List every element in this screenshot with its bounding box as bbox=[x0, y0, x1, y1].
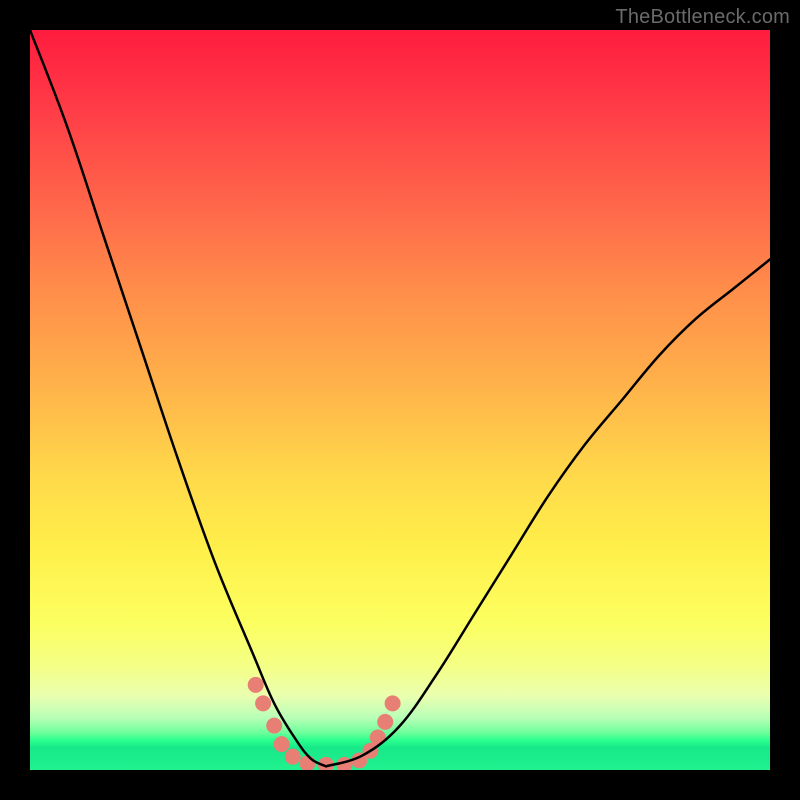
marker-layer bbox=[248, 677, 401, 770]
series-right-curve bbox=[326, 259, 770, 766]
plot-area bbox=[30, 30, 770, 770]
marker-dot bbox=[266, 718, 282, 734]
series-left-curve bbox=[30, 30, 326, 766]
figure-root: TheBottleneck.com bbox=[0, 0, 800, 800]
marker-dot bbox=[370, 729, 386, 745]
marker-dot bbox=[300, 755, 316, 770]
marker-dot bbox=[255, 695, 271, 711]
marker-dot bbox=[274, 736, 290, 752]
chart-svg bbox=[30, 30, 770, 770]
marker-dot bbox=[285, 749, 301, 765]
marker-dot bbox=[248, 677, 264, 693]
marker-dot bbox=[385, 695, 401, 711]
curve-layer bbox=[30, 30, 770, 766]
marker-dot bbox=[377, 714, 393, 730]
watermark-text: TheBottleneck.com bbox=[615, 6, 790, 29]
